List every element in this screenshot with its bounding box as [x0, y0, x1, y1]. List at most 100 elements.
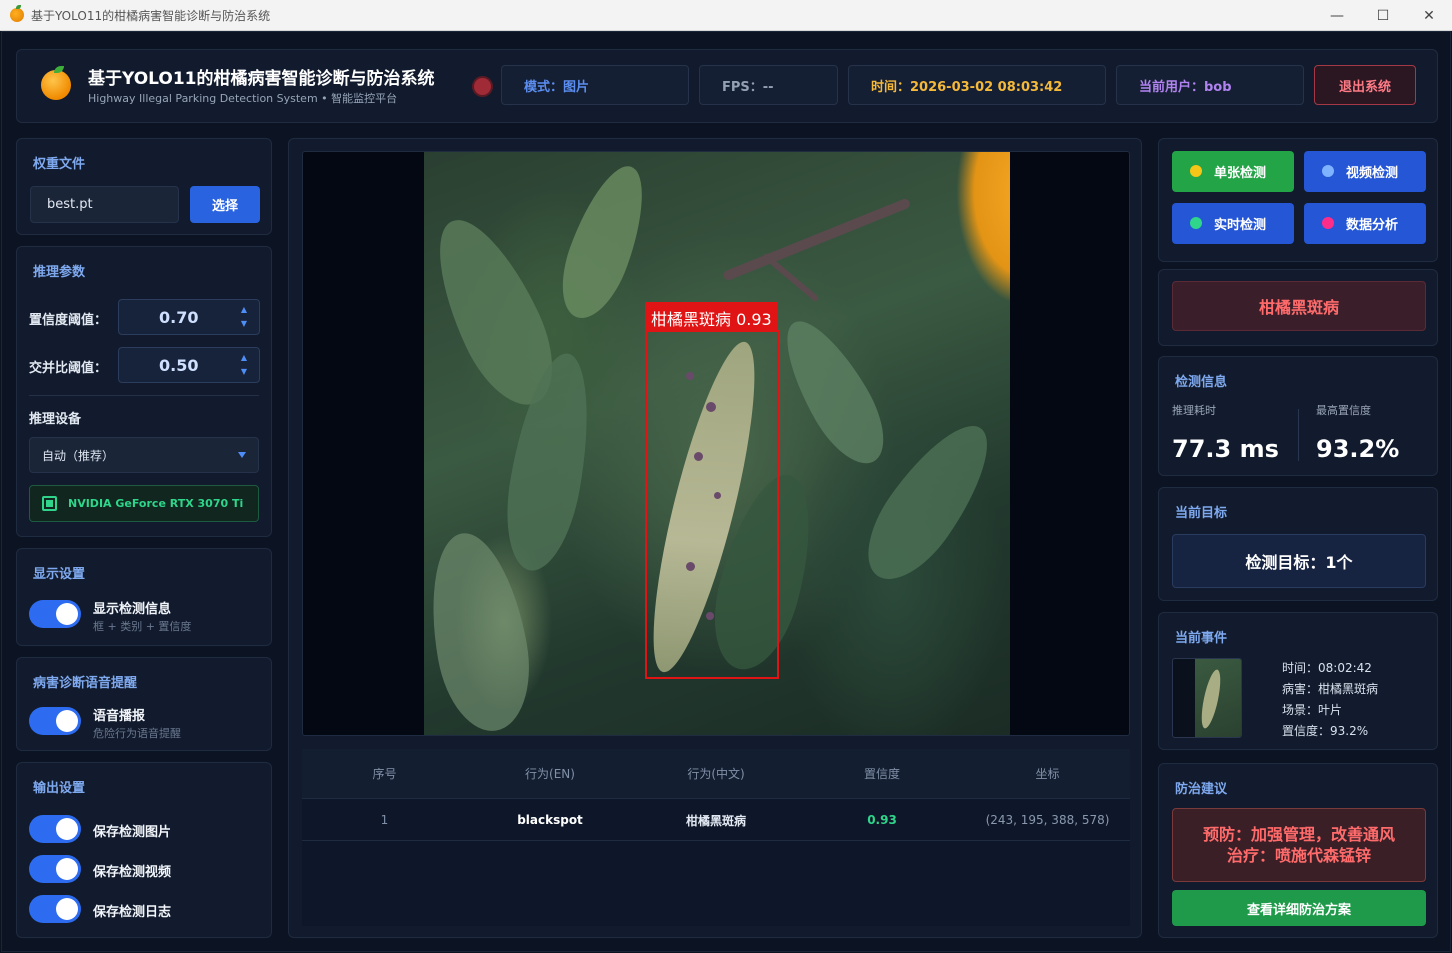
conf-threshold-spinbox[interactable]: 0.70 ▲ ▼	[118, 299, 260, 335]
device-selected-value: 自动（推荐）	[42, 448, 115, 463]
column-header: 置信度	[863, 767, 900, 781]
voice-toggle[interactable]	[29, 707, 81, 735]
inference-time-label: 推理耗时	[1172, 404, 1216, 417]
fps-indicator: FPS：--	[699, 65, 838, 105]
event-conf: 置信度：93.2%	[1282, 724, 1369, 738]
detect-info-panel: 检测信息 推理耗时 77.3 ms 最高置信度 93.2%	[1158, 356, 1438, 476]
column-header: 坐标	[1035, 767, 1060, 781]
advice-panel: 防治建议 预防：加强管理，改善通风 治疗：喷施代森锰锌 查看详细防治方案	[1158, 763, 1438, 938]
realtime-detect-button[interactable]: 实时检测	[1172, 203, 1294, 244]
device-select[interactable]: 自动（推荐）	[29, 437, 259, 473]
chip-icon	[42, 496, 57, 511]
logout-button[interactable]: 退出系统	[1314, 65, 1416, 105]
table-cell: blackspot	[517, 813, 583, 827]
save-log-toggle[interactable]	[29, 895, 81, 923]
spin-down-icon[interactable]: ▼	[241, 368, 247, 376]
weights-file-field[interactable]: best.pt	[30, 186, 179, 223]
detect-info-title: 检测信息	[1175, 375, 1228, 390]
inference-title: 推理参数	[33, 265, 86, 280]
data-analysis-label: 数据分析	[1346, 218, 1399, 233]
save-video-toggle[interactable]	[29, 855, 81, 883]
voice-sub: 危险行为语音提醒	[93, 727, 181, 740]
table-header: 序号 行为(EN) 行为(中文) 置信度 坐标	[302, 749, 1130, 799]
detection-label: 柑橘黑斑病 0.93	[645, 302, 778, 330]
advice-prevent: 预防：加强管理，改善通风	[1202, 825, 1395, 844]
status-indicator-icon	[474, 78, 491, 95]
mode-indicator: 模式：图片	[501, 65, 689, 105]
event-scene: 场景：叶片	[1282, 703, 1343, 717]
detection-image: 柑橘黑斑病 0.93	[424, 152, 1010, 735]
detection-table: 序号 行为(EN) 行为(中文) 置信度 坐标 1 blackspot 柑橘黑斑…	[302, 749, 1130, 926]
voice-panel: 病害诊断语音提醒 语音播报 危险行为语音提醒	[16, 657, 272, 751]
table-row[interactable]: 1 blackspot 柑橘黑斑病 0.93 (243, 195, 388, 5…	[302, 800, 1130, 841]
target-panel: 当前目标 检测目标：1个	[1158, 487, 1438, 601]
image-viewer: 柑橘黑斑病 0.93	[302, 151, 1130, 736]
detection-bounding-box	[645, 330, 779, 679]
output-title: 输出设置	[33, 781, 86, 796]
output-panel: 输出设置 保存检测图片 保存检测视频 保存检测日志	[16, 762, 272, 938]
spin-up-icon[interactable]: ▲	[241, 354, 247, 362]
table-cell: 0.93	[867, 813, 897, 827]
save-image-toggle[interactable]	[29, 815, 81, 843]
table-cell: (243, 195, 388, 578)	[985, 813, 1110, 827]
display-panel: 显示设置 显示检测信息 框 + 类别 + 置信度	[16, 548, 272, 646]
orange-app-icon	[10, 5, 24, 22]
app-title: 基于YOLO11的柑橘病害智能诊断与防治系统	[88, 69, 435, 89]
max-conf-value: 93.2%	[1316, 435, 1400, 463]
iou-threshold-spinbox[interactable]: 0.50 ▲ ▼	[118, 347, 260, 383]
data-analysis-button[interactable]: 数据分析	[1304, 203, 1426, 244]
display-title: 显示设置	[33, 567, 86, 582]
window-title: 基于YOLO11的柑橘病害智能诊断与防治系统	[31, 8, 271, 23]
video-detect-label: 视频检测	[1346, 166, 1399, 181]
column-header: 行为(EN)	[525, 767, 575, 781]
show-info-toggle[interactable]	[29, 600, 81, 628]
advice-treat: 治疗：喷施代森锰锌	[1226, 846, 1371, 865]
weights-panel: 权重文件 best.pt 选择	[16, 138, 272, 235]
voice-title: 病害诊断语音提醒	[33, 676, 138, 691]
app-subtitle: Highway Illegal Parking Detection System…	[88, 92, 398, 105]
inference-panel: 推理参数 置信度阈值： 0.70 ▲ ▼ 交并比阈值： 0.50 ▲ ▼ 推理设…	[16, 246, 272, 537]
minimize-button[interactable]: —	[1314, 0, 1360, 31]
event-title: 当前事件	[1175, 631, 1228, 646]
device-title: 推理设备	[29, 412, 82, 427]
show-info-sub: 框 + 类别 + 置信度	[93, 620, 192, 633]
current-user: 当前用户：bob	[1116, 65, 1304, 105]
mode-buttons-panel: 单张检测 视频检测 实时检测 数据分析	[1158, 138, 1438, 262]
show-info-label: 显示检测信息	[93, 602, 172, 617]
close-button[interactable]: ✕	[1406, 0, 1452, 31]
app-root: 基于YOLO11的柑橘病害智能诊断与防治系统 Highway Illegal P…	[1, 31, 1451, 952]
spin-down-icon[interactable]: ▼	[241, 320, 247, 328]
realtime-detect-label: 实时检测	[1214, 218, 1267, 233]
event-disease: 病害：柑橘黑斑病	[1282, 682, 1379, 696]
window-titlebar: 基于YOLO11的柑橘病害智能诊断与防治系统 — ☐ ✕	[0, 0, 1452, 31]
iou-threshold-label: 交并比阈值：	[29, 361, 108, 376]
dot-icon	[1190, 217, 1202, 229]
single-detect-label: 单张检测	[1214, 166, 1267, 181]
column-header: 行为(中文)	[687, 767, 745, 781]
save-image-label: 保存检测图片	[93, 825, 172, 840]
divider	[29, 395, 259, 396]
conf-threshold-value: 0.70	[159, 307, 199, 327]
save-log-label: 保存检测日志	[93, 905, 172, 920]
gpu-badge: NVIDIA GeForce RTX 3070 Ti	[29, 485, 259, 522]
time-indicator: 时间：2026-03-02 08:03:42	[848, 65, 1106, 105]
event-thumbnail[interactable]	[1172, 658, 1242, 738]
column-header: 序号	[372, 767, 397, 781]
spin-up-icon[interactable]: ▲	[241, 306, 247, 314]
maximize-button[interactable]: ☐	[1360, 0, 1406, 31]
dot-icon	[1322, 165, 1334, 177]
advice-title: 防治建议	[1175, 782, 1228, 797]
view-detailed-plan-button[interactable]: 查看详细防治方案	[1172, 890, 1426, 926]
choose-weights-button[interactable]: 选择	[190, 186, 260, 223]
single-detect-button[interactable]: 单张检测	[1172, 151, 1294, 192]
event-panel: 当前事件 时间：08:02:42 病害：柑橘黑斑病 场景：叶片 置信度：93.2…	[1158, 612, 1438, 750]
video-detect-button[interactable]: 视频检测	[1304, 151, 1426, 192]
table-cell: 1	[380, 813, 389, 827]
iou-threshold-value: 0.50	[159, 355, 199, 375]
dot-icon	[1190, 165, 1202, 177]
dot-icon	[1322, 217, 1334, 229]
header-bar: 基于YOLO11的柑橘病害智能诊断与防治系统 Highway Illegal P…	[16, 49, 1438, 123]
target-count: 检测目标：1个	[1172, 534, 1426, 588]
orange-logo-icon	[41, 66, 71, 100]
divider	[1298, 409, 1299, 461]
